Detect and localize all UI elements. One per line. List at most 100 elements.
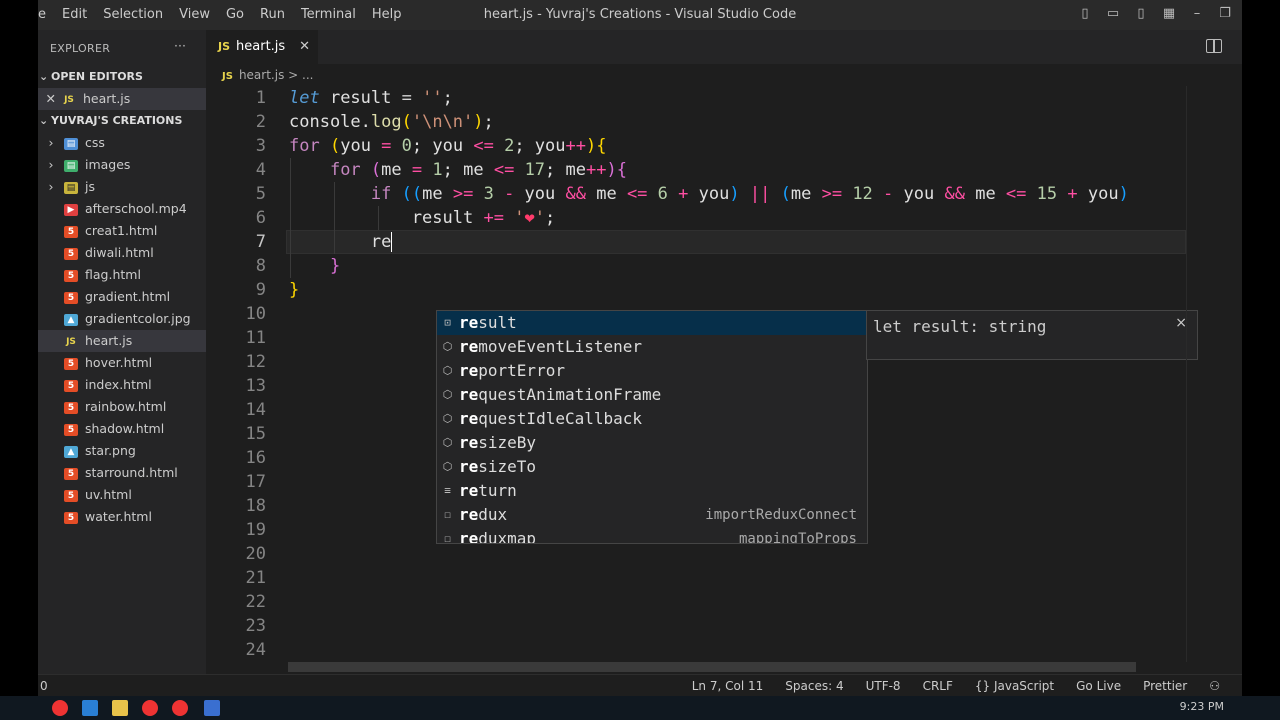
current-line-highlight: [286, 230, 1186, 254]
customize-layout-icon[interactable]: ▦: [1158, 6, 1180, 22]
accounts-icon[interactable]: ⚇: [1209, 675, 1220, 696]
line-number: 21: [245, 568, 266, 588]
toggle-secondary-sidebar-icon[interactable]: ▯: [1130, 6, 1152, 22]
chrome-icon-3[interactable]: [172, 700, 188, 716]
line-number: 1: [255, 88, 266, 108]
file-tree-item[interactable]: › ▤ js: [38, 176, 206, 198]
file-tree-item[interactable]: ▲ gradientcolor.jpg: [38, 308, 206, 330]
status-cursor-position[interactable]: Ln 7, Col 11: [692, 675, 764, 696]
line-number: 16: [245, 448, 266, 468]
line-number: 8: [255, 256, 266, 276]
html-file-icon: 5: [64, 291, 78, 304]
breadcrumb[interactable]: JS heart.js > ...: [222, 68, 313, 82]
menu-run[interactable]: Run: [260, 7, 285, 22]
suggestion-item[interactable]: ⬡ removeEventListener: [437, 335, 867, 359]
suggestion-item[interactable]: ⬡ requestAnimationFrame: [437, 383, 867, 407]
status-indentation[interactable]: Spaces: 4: [785, 675, 843, 696]
file-explorer-icon[interactable]: [112, 700, 128, 716]
menu-go[interactable]: Go: [226, 7, 244, 22]
suggestion-label: reportError: [459, 359, 565, 383]
suggestion-item[interactable]: ☐ reduxmap mappingToProps: [437, 527, 867, 544]
suggestion-detail: importReduxConnect: [705, 507, 857, 523]
system-clock[interactable]: 9:23 PM: [1180, 700, 1224, 713]
toggle-sidebar-icon[interactable]: ▯: [1074, 6, 1096, 22]
file-tree-item[interactable]: › ▤ images: [38, 154, 206, 176]
code-line-2: console.log('\n\n');: [289, 112, 494, 132]
menu-selection[interactable]: Selection: [103, 7, 163, 22]
more-actions-icon[interactable]: ···: [174, 38, 186, 53]
vscode-taskbar-icon[interactable]: [82, 700, 98, 716]
menu-file[interactable]: e: [38, 7, 46, 22]
toggle-panel-icon[interactable]: ▭: [1102, 6, 1124, 22]
suggestion-label: result: [459, 311, 517, 335]
file-tree-item[interactable]: ▲ star.png: [38, 440, 206, 462]
suggestion-item[interactable]: ⬡ requestIdleCallback: [437, 407, 867, 431]
code-line-3: for (you = 0; you <= 2; you++){: [289, 136, 607, 156]
file-tree-item[interactable]: 5 hover.html: [38, 352, 206, 374]
html-file-icon: 5: [64, 511, 78, 524]
minimize-icon[interactable]: –: [1186, 6, 1208, 22]
menu-edit[interactable]: Edit: [62, 7, 87, 22]
line-number: 6: [255, 208, 266, 228]
tab-heart-js[interactable]: JS heart.js ✕: [206, 30, 318, 64]
line-number: 5: [255, 184, 266, 204]
status-prettier[interactable]: Prettier: [1143, 675, 1187, 696]
file-tree-item[interactable]: 5 rainbow.html: [38, 396, 206, 418]
suggestion-item[interactable]: ⊡ result: [437, 311, 867, 335]
close-icon[interactable]: ✕: [38, 88, 56, 110]
suggestion-item[interactable]: ⬡ reportError: [437, 359, 867, 383]
suggestion-item[interactable]: ☐ redux importReduxConnect: [437, 503, 867, 527]
chevron-down-icon: ⌄: [39, 70, 49, 83]
restore-icon[interactable]: ❐: [1214, 6, 1236, 22]
open-editors-section[interactable]: ⌄ OPEN EDITORS: [38, 66, 206, 88]
file-tree-item[interactable]: JS heart.js: [38, 330, 206, 352]
file-tree-item[interactable]: › ▤ css: [38, 132, 206, 154]
file-tree-item[interactable]: 5 diwali.html: [38, 242, 206, 264]
suggestion-label: return: [459, 479, 517, 503]
chrome-icon[interactable]: [52, 700, 68, 716]
suggestion-item[interactable]: ⬡ resizeTo: [437, 455, 867, 479]
file-tree-item-label: js: [85, 179, 95, 194]
file-tree-item[interactable]: 5 creat1.html: [38, 220, 206, 242]
code-line-1: let result = '';: [289, 88, 453, 108]
screen-icon[interactable]: [204, 700, 220, 716]
file-tree-item[interactable]: 5 index.html: [38, 374, 206, 396]
file-tree-item-label: gradientcolor.jpg: [85, 311, 191, 326]
chrome-icon-2[interactable]: [142, 700, 158, 716]
file-tree-item[interactable]: 5 flag.html: [38, 264, 206, 286]
project-section[interactable]: ⌄ YUVRAJ'S CREATIONS: [38, 110, 206, 132]
suggestion-rest: duxmap: [478, 529, 537, 544]
tab-bar: JS heart.js ✕: [206, 30, 1242, 64]
status-language[interactable]: {} JavaScript: [975, 675, 1054, 696]
status-go-live[interactable]: Go Live: [1076, 675, 1121, 696]
method-icon: ⬡: [442, 340, 453, 353]
file-tree-item[interactable]: 5 shadow.html: [38, 418, 206, 440]
variable-icon: ⊡: [444, 316, 451, 329]
file-tree-item-label: diwali.html: [85, 245, 154, 260]
file-tree-item[interactable]: 5 uv.html: [38, 484, 206, 506]
open-editor-item[interactable]: ✕ JS heart.js: [38, 88, 206, 110]
file-tree-item[interactable]: 5 starround.html: [38, 462, 206, 484]
status-problems[interactable]: 0: [40, 675, 48, 696]
status-line-ending[interactable]: CRLF: [923, 675, 953, 696]
window-controls: ▯ ▭ ▯ ▦ – ❐: [1074, 6, 1242, 22]
menu-help[interactable]: Help: [372, 7, 402, 22]
file-tree-item[interactable]: 5 water.html: [38, 506, 206, 528]
file-tree-item[interactable]: 5 gradient.html: [38, 286, 206, 308]
suggestion-item[interactable]: ⬡ resizeBy: [437, 431, 867, 455]
html-file-icon: 5: [64, 247, 78, 260]
close-tab-icon[interactable]: ✕: [299, 30, 310, 64]
suggestion-label: requestIdleCallback: [459, 407, 642, 431]
suggestion-rest: sizeTo: [478, 457, 537, 476]
minimap[interactable]: [1186, 86, 1242, 662]
file-tree-item[interactable]: ▶ afterschool.mp4: [38, 198, 206, 220]
suggestion-label: redux: [459, 503, 507, 527]
autocomplete-widget[interactable]: ⊡ result ⬡ removeEventListener ⬡ reportError ⬡…: [436, 310, 868, 544]
status-encoding[interactable]: UTF-8: [866, 675, 901, 696]
suggestion-rest: questIdleCallback: [478, 409, 643, 428]
suggestion-item[interactable]: ≡ return: [437, 479, 867, 503]
split-editor-icon[interactable]: [1206, 39, 1222, 53]
menu-view[interactable]: View: [179, 7, 210, 22]
horizontal-scrollbar[interactable]: [288, 662, 1136, 672]
menu-terminal[interactable]: Terminal: [301, 7, 356, 22]
